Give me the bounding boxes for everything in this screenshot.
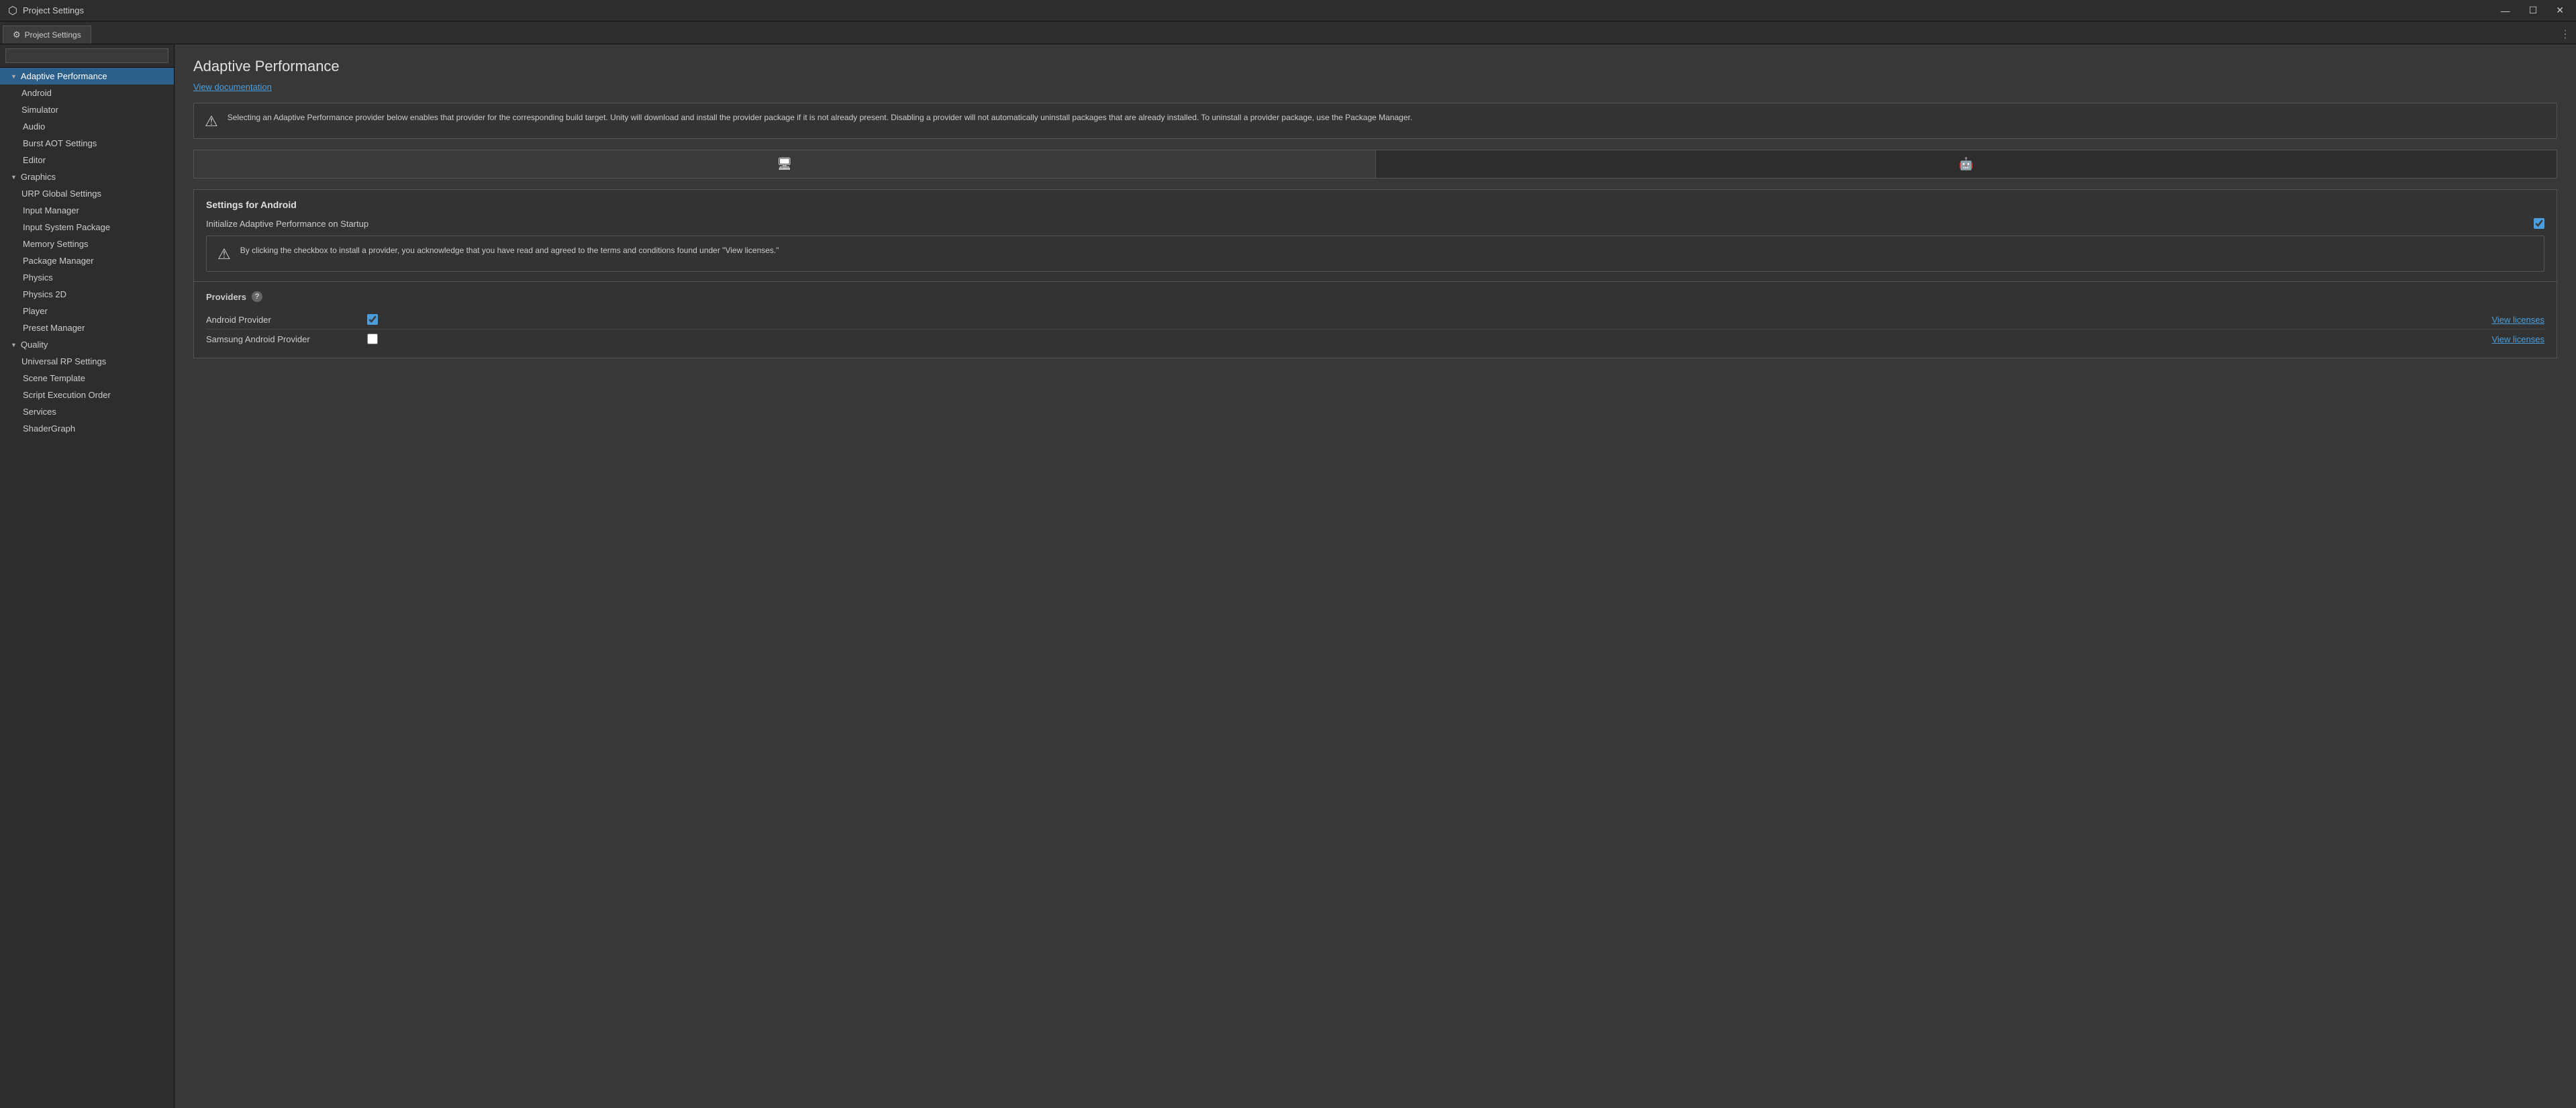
page-title: Adaptive Performance [193,58,2557,75]
sidebar-item-shadergraph[interactable]: ShaderGraph [0,420,174,437]
sidebar-item-label: Android [21,88,52,98]
sidebar-item-scene-template[interactable]: Scene Template [0,370,174,387]
expand-icon: ▼ [11,174,17,181]
sidebar-item-burst-aot[interactable]: Burst AOT Settings [0,135,174,152]
sidebar-item-audio[interactable]: Audio [0,118,174,135]
info-message-text: Selecting an Adaptive Performance provid… [228,111,1412,123]
init-setting-row: Initialize Adaptive Performance on Start… [206,218,2544,229]
expand-icon: ▼ [11,73,17,80]
init-label: Initialize Adaptive Performance on Start… [206,219,368,229]
main-layout: ▼ Adaptive Performance Android Simulator Aud… [0,44,2576,1108]
sidebar-item-input-manager[interactable]: Input Manager [0,202,174,219]
settings-section-title: Settings for Android [206,199,2544,210]
provider-name: Android Provider [206,315,354,325]
platform-tab-android[interactable]: 🤖 [1376,150,2557,178]
providers-list: Android Provider View licenses Samsung A… [206,310,2544,348]
sidebar-item-universal-rp[interactable]: Universal RP Settings [0,353,174,370]
sidebar-item-label: Services [23,407,56,417]
minimize-button[interactable]: — [2497,4,2514,17]
expand-icon: ▼ [11,342,17,348]
sidebar-item-label: Editor [23,155,46,165]
sidebar-item-label: Audio [23,121,45,132]
providers-help-icon[interactable]: ? [252,291,262,302]
sidebar-item-adaptive-performance[interactable]: ▼ Adaptive Performance [0,68,174,85]
provider-row-samsung-provider: Samsung Android Provider View licenses [206,330,2544,348]
sidebar-item-label: ShaderGraph [23,423,75,434]
sidebar-item-label: Script Execution Order [23,390,111,400]
sidebar-item-preset-manager[interactable]: Preset Manager [0,319,174,336]
tab-label: Project Settings [25,30,81,40]
tab-bar: ⚙ Project Settings ⋮ [0,21,2576,44]
sidebar-item-memory-settings[interactable]: Memory Settings [0,236,174,252]
sidebar-item-label: Preset Manager [23,323,85,333]
content-area: Adaptive Performance View documentation … [175,44,2576,1108]
init-checkbox[interactable] [2534,218,2544,229]
provider-row-android-provider: Android Provider View licenses [206,310,2544,330]
sidebar-item-physics-2d[interactable]: Physics 2D [0,286,174,303]
android-settings-section: Settings for Android Initialize Adaptive… [193,189,2557,282]
sidebar-item-label: Physics 2D [23,289,66,299]
sidebar-item-label: Universal RP Settings [21,356,106,366]
project-settings-tab[interactable]: ⚙ Project Settings [3,26,91,44]
maximize-button[interactable]: ☐ [2525,3,2542,17]
sidebar-item-simulator[interactable]: Simulator [0,101,174,118]
sidebar-item-player[interactable]: Player [0,303,174,319]
providers-title: Providers [206,292,246,302]
desktop-icon: 🖥 [777,157,792,171]
provider-checkbox-samsung-provider[interactable] [367,334,378,344]
close-button[interactable]: ✕ [2552,3,2568,17]
sidebar-item-urp-global[interactable]: URP Global Settings [0,185,174,202]
sidebar-item-label: Player [23,306,48,316]
sidebar-item-physics[interactable]: Physics [0,269,174,286]
sidebar-item-editor[interactable]: Editor [0,152,174,168]
warning-text: By clicking the checkbox to install a pr… [240,244,779,256]
title-bar-title: Project Settings [23,5,84,15]
sidebar-item-label: Physics [23,272,53,283]
title-bar-controls: — ☐ ✕ [2497,3,2568,17]
platform-tabs: 🖥 🤖 [193,150,2557,179]
android-icon: 🤖 [1959,157,1973,171]
view-licenses-link-android-provider[interactable]: View licenses [2491,315,2544,325]
providers-section: Providers ? Android Provider View licens… [193,282,2557,358]
sidebar-item-label: URP Global Settings [21,189,101,199]
view-licenses-link-samsung-provider[interactable]: View licenses [2491,334,2544,344]
search-bar [0,44,174,68]
sidebar-item-label: Input Manager [23,205,79,215]
sidebar-item-label: Graphics [21,172,56,182]
warning-icon: ⚠ [217,246,231,263]
gear-icon: ⚙ [13,30,21,40]
title-bar: ⬡ Project Settings — ☐ ✕ [0,0,2576,21]
sidebar-item-label: Simulator [21,105,58,115]
provider-name: Samsung Android Provider [206,334,354,344]
sidebar-item-label: Scene Template [23,373,85,383]
sidebar-item-services[interactable]: Services [0,403,174,420]
unity-icon: ⬡ [8,4,17,17]
sidebar: ▼ Adaptive Performance Android Simulator Aud… [0,44,175,1108]
sidebar-item-quality[interactable]: ▼ Quality [0,336,174,353]
info-icon: ⚠ [205,113,218,130]
sidebar-item-label: Package Manager [23,256,94,266]
sidebar-item-label: Adaptive Performance [21,71,107,81]
sidebar-item-graphics[interactable]: ▼ Graphics [0,168,174,185]
search-input[interactable] [5,48,168,63]
more-options-button[interactable]: ⋮ [2560,28,2576,44]
sidebar-item-label: Memory Settings [23,239,89,249]
warning-box: ⚠ By clicking the checkbox to install a … [206,236,2544,272]
providers-header: Providers ? [206,291,2544,302]
sidebar-items-container: ▼ Adaptive Performance Android Simulator Aud… [0,68,174,437]
platform-tab-desktop[interactable]: 🖥 [194,150,1376,178]
provider-checkbox-android-provider[interactable] [367,314,378,325]
sidebar-item-label: Input System Package [23,222,110,232]
sidebar-item-script-execution[interactable]: Script Execution Order [0,387,174,403]
sidebar-item-android[interactable]: Android [0,85,174,101]
sidebar-item-input-system[interactable]: Input System Package [0,219,174,236]
sidebar-item-package-manager[interactable]: Package Manager [0,252,174,269]
info-message-box: ⚠ Selecting an Adaptive Performance prov… [193,103,2557,139]
sidebar-item-label: Burst AOT Settings [23,138,97,148]
view-documentation-link[interactable]: View documentation [193,82,272,92]
title-bar-left: ⬡ Project Settings [8,4,84,17]
sidebar-item-label: Quality [21,340,48,350]
